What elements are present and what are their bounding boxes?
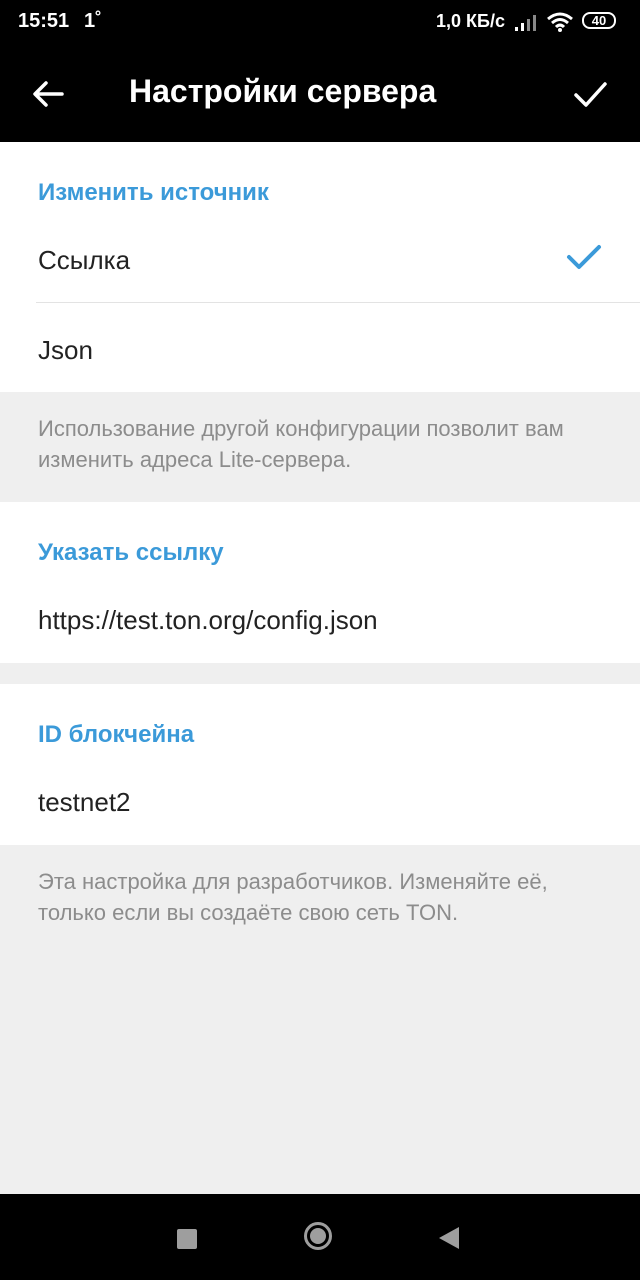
status-temperature: 1˚ xyxy=(84,10,102,32)
url-section-header: Указать ссылку xyxy=(38,539,224,566)
signal-icon xyxy=(514,12,538,37)
checkmark-icon[interactable] xyxy=(566,70,614,118)
nav-home-icon[interactable] xyxy=(304,1222,332,1250)
app-bar: Настройки сервера xyxy=(0,44,640,142)
back-arrow-icon[interactable] xyxy=(24,70,72,118)
source-hint: Использование другой конфигурации позвол… xyxy=(38,416,564,472)
blockchain-id-field[interactable]: testnet2 xyxy=(38,787,131,818)
nav-recent-icon[interactable] xyxy=(177,1229,197,1249)
config-url-field[interactable]: https://test.ton.org/config.json xyxy=(38,605,378,636)
source-section-header: Изменить источник xyxy=(38,179,269,206)
url-section: Указать ссылку https://test.ton.org/conf… xyxy=(0,502,640,663)
status-network-speed: 1,0 КБ/с xyxy=(436,11,505,31)
source-option-json-label: Json xyxy=(38,335,93,365)
status-bar: 15:51 1˚ 1,0 КБ/с 40 xyxy=(0,0,640,44)
blockchain-hint: Эта настройка для разработчиков. Изменяй… xyxy=(38,869,548,925)
status-time: 15:51 xyxy=(18,10,70,32)
nav-back-icon[interactable] xyxy=(438,1226,460,1255)
battery-indicator: 40 xyxy=(582,12,616,29)
source-option-json[interactable]: Json xyxy=(0,303,640,392)
source-option-link[interactable]: Ссылка xyxy=(0,214,640,302)
selected-check-icon xyxy=(566,242,602,277)
blockchain-section: ID блокчейна testnet2 xyxy=(0,684,640,845)
page-title: Настройки сервера xyxy=(129,73,437,109)
source-option-link-label: Ссылка xyxy=(38,245,131,275)
wifi-icon xyxy=(546,11,574,38)
blockchain-section-header: ID блокчейна xyxy=(38,721,195,748)
system-nav-bar xyxy=(0,1194,640,1280)
